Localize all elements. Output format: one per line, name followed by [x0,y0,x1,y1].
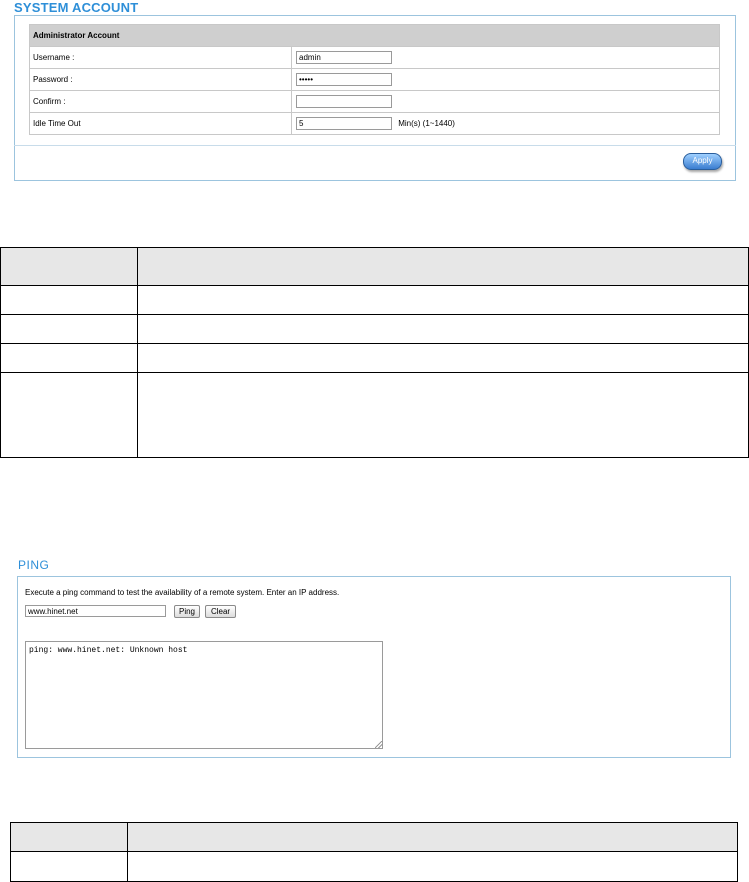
panel-divider [14,145,736,146]
table-cell [10,851,128,882]
password-input[interactable]: ••••• [296,73,392,86]
table-cell [0,285,138,315]
resize-grip-icon[interactable] [375,741,382,748]
table-row: Username : admin [29,46,720,69]
table-row [0,343,749,373]
ping-host-input[interactable]: www.hinet.net [25,605,166,617]
table-row [10,851,738,882]
table-cell [137,247,749,286]
system-account-title: SYSTEM ACCOUNT [14,0,139,15]
table-cell [137,343,749,373]
table-cell [137,372,749,458]
table-cell [127,822,738,852]
confirm-label: Confirm : [29,90,292,113]
table-row: Confirm : [29,90,720,113]
ping-title: PING [18,558,50,572]
ping-button[interactable]: Ping [174,605,200,618]
table-header-row [10,822,738,852]
table-row: Idle Time Out 5 Min(s) (1~1440) [29,112,720,135]
clear-button[interactable]: Clear [205,605,236,618]
idle-timeout-unit: Min(s) (1~1440) [398,119,455,128]
table-cell [127,851,738,882]
table-header-row [0,247,749,286]
description-table-1 [0,247,749,458]
idle-timeout-label: Idle Time Out [29,112,292,135]
ping-description: Execute a ping command to test the avail… [25,588,340,597]
ping-output-textarea[interactable]: ping: www.hinet.net: Unknown host [25,641,383,749]
table-cell [10,822,128,852]
table-cell [0,247,138,286]
table-cell [137,285,749,315]
description-table-2 [10,822,738,882]
administrator-account-table: Administrator Account Username : admin P… [29,24,720,135]
idle-timeout-input[interactable]: 5 [296,117,392,130]
table-cell [0,372,138,458]
username-label: Username : [29,46,292,69]
table-row [0,285,749,315]
table-cell [0,314,138,344]
table-row [0,372,749,458]
password-label: Password : [29,68,292,91]
username-input[interactable]: admin [296,51,392,64]
section-header: Administrator Account [29,24,720,47]
table-cell [0,343,138,373]
apply-button[interactable]: Apply [683,153,722,170]
table-row: Password : ••••• [29,68,720,91]
table-row [0,314,749,344]
confirm-input[interactable] [296,95,392,108]
table-cell [137,314,749,344]
